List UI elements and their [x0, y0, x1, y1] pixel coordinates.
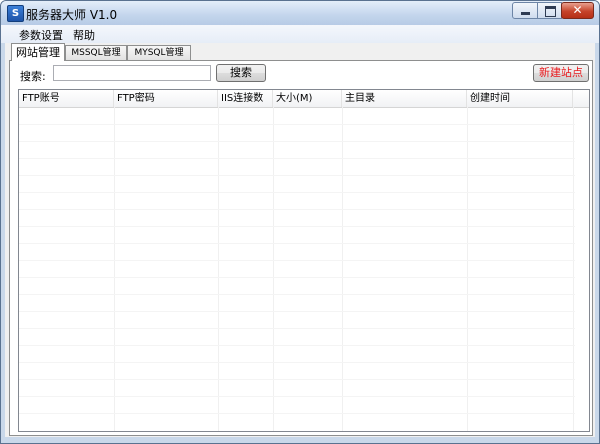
column-size[interactable]: 大小(M) — [273, 90, 342, 107]
row-guide — [19, 175, 575, 176]
row-guide — [19, 362, 575, 363]
menu-help[interactable]: 帮助 — [71, 27, 97, 43]
row-guide — [19, 345, 575, 346]
tab-mssql-management[interactable]: MSSQL管理 — [65, 45, 127, 60]
minimize-button[interactable] — [512, 2, 538, 19]
row-guide — [19, 260, 575, 261]
row-guide — [19, 396, 575, 397]
app-logo-icon: S — [7, 5, 24, 22]
row-guide — [19, 413, 575, 414]
title-bar[interactable]: S 服务器大师 V1.0 ✕ — [1, 1, 599, 25]
row-guide — [19, 294, 575, 295]
row-guide — [19, 192, 575, 193]
tab-mysql-management[interactable]: MYSQL管理 — [127, 45, 191, 60]
column-created-time[interactable]: 创建时间 — [467, 90, 573, 107]
gridline — [573, 107, 574, 431]
search-label: 搜索: — [20, 70, 46, 83]
gridline — [342, 107, 343, 431]
row-guide — [19, 277, 575, 278]
gridline — [114, 107, 115, 431]
search-button[interactable]: 搜索 — [216, 64, 266, 82]
tab-website-management[interactable]: 网站管理 — [11, 43, 65, 61]
search-input[interactable] — [53, 65, 211, 81]
row-guide — [19, 328, 575, 329]
close-button[interactable]: ✕ — [561, 2, 594, 19]
site-list[interactable]: FTP账号 FTP密码 IIS连接数 大小(M) 主目录 创建时间 — [18, 89, 590, 432]
row-guide — [19, 226, 575, 227]
menu-settings[interactable]: 参数设置 — [17, 27, 65, 43]
new-site-button[interactable]: 新建站点 — [533, 64, 589, 82]
row-guide — [19, 124, 575, 125]
row-guide — [19, 311, 575, 312]
close-icon: ✕ — [572, 3, 583, 17]
website-panel: 搜索: 搜索 新建站点 FTP账号 FTP密码 IIS连接数 大小(M) 主目录… — [9, 60, 593, 436]
row-guide — [19, 379, 575, 380]
column-home-directory[interactable]: 主目录 — [342, 90, 467, 107]
maximize-icon — [545, 6, 556, 17]
row-guide — [19, 243, 575, 244]
row-guide — [19, 141, 575, 142]
list-header: FTP账号 FTP密码 IIS连接数 大小(M) 主目录 创建时间 — [19, 90, 589, 108]
app-window: S 服务器大师 V1.0 ✕ 参数设置 帮助 网站管理 MSSQL管理 MYSQ… — [0, 0, 600, 444]
gridline — [218, 107, 219, 431]
gridline — [467, 107, 468, 431]
column-iis-connections[interactable]: IIS连接数 — [218, 90, 273, 107]
gridline — [273, 107, 274, 431]
maximize-button[interactable] — [537, 2, 562, 19]
client-area: 网站管理 MSSQL管理 MYSQL管理 搜索: 搜索 新建站点 FTP账号 F… — [5, 43, 595, 437]
window-title: 服务器大师 V1.0 — [26, 8, 118, 22]
minimize-icon — [521, 12, 530, 15]
menu-bar: 参数设置 帮助 — [1, 25, 599, 43]
column-ftp-password[interactable]: FTP密码 — [114, 90, 218, 107]
row-guide — [19, 209, 575, 210]
column-ftp-account[interactable]: FTP账号 — [19, 90, 114, 107]
row-guide — [19, 158, 575, 159]
